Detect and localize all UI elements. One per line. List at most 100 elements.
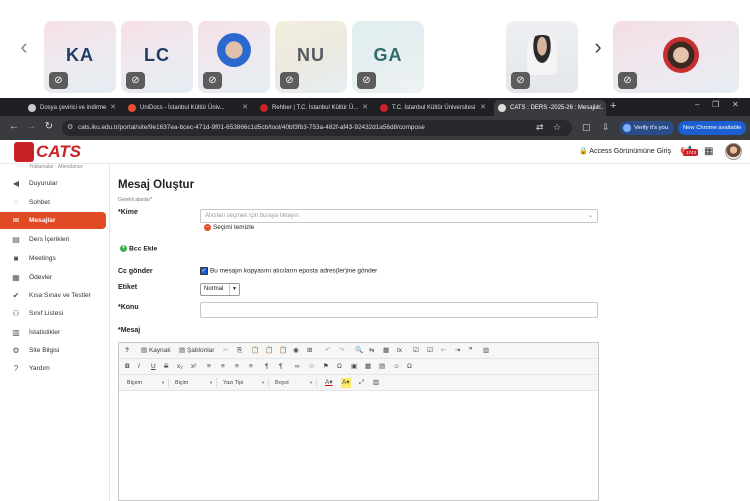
participant-tile[interactable]: LC ⊘ [121, 21, 193, 93]
select-all-icon[interactable]: ▦ [383, 346, 389, 356]
participant-tile[interactable]: GA ⊘ [352, 21, 424, 93]
bullet-list-icon[interactable]: ☑ [427, 346, 433, 356]
site-settings-icon[interactable]: ⚙ [67, 120, 73, 136]
image-icon[interactable]: ▣ [351, 362, 357, 372]
recipient-select[interactable]: Alıcıları seçmek için buraya tıklayın. ⌄ [200, 209, 598, 223]
text-color-icon[interactable]: A▾ [325, 378, 333, 388]
close-icon[interactable]: ✕ [596, 100, 602, 116]
subscript-icon[interactable]: x₂ [177, 362, 183, 372]
font-select[interactable]: Yazı Tipi ▼ [221, 378, 269, 388]
redo-icon[interactable]: ↷ [339, 346, 344, 356]
link-icon[interactable]: ∞ [295, 362, 300, 372]
undo-icon[interactable]: ↶ [325, 346, 330, 356]
rich-text-editor[interactable]: ? ▤ Kaynak ▤ Şablonlar ✂ ⎘ 📋 📋 📋 ◉ ⊞ ↶ ↷… [118, 342, 599, 501]
participant-tile[interactable]: ⊘ [613, 21, 739, 93]
tag-select[interactable]: Normal ▼ [200, 283, 240, 296]
tab-search-icon[interactable]: ▢ [582, 122, 591, 133]
paste-text-icon[interactable]: 📋 [265, 346, 273, 356]
templates-button[interactable]: ▤ Şablonlar [179, 346, 214, 356]
rtl-icon[interactable]: ¶ [279, 362, 283, 372]
participant-tile[interactable]: NU ⊘ [275, 21, 347, 93]
maximize-editor-icon[interactable]: ⤢ [359, 378, 364, 388]
download-icon[interactable]: ⇩ [602, 122, 610, 133]
checkbox-checked-icon[interactable]: ✓ [200, 267, 208, 275]
new-tab-icon[interactable]: + [610, 100, 616, 112]
copy-icon[interactable]: ⎘ [237, 346, 242, 356]
media-icon[interactable]: ▦ [365, 362, 371, 372]
numbered-list-icon[interactable]: ☑ [413, 346, 419, 356]
anchor-icon[interactable]: ⚑ [323, 362, 329, 372]
italic-icon[interactable]: I [138, 362, 140, 372]
replace-icon[interactable]: ⇆ [369, 346, 374, 356]
style-select[interactable]: Biçem ▼ [125, 378, 169, 388]
window-close-icon[interactable]: ✕ [732, 100, 739, 109]
align-left-icon[interactable]: ≡ [207, 362, 211, 372]
strikethrough-icon[interactable]: S [164, 362, 168, 372]
access-link[interactable]: 🔒 Access Görünümüne Giriş [579, 147, 671, 155]
paste-icon[interactable]: 📋 [251, 346, 259, 356]
spellcheck-icon[interactable]: ◉ [293, 346, 299, 356]
sidebar-item-yardim[interactable]: ? Yardım [0, 360, 106, 377]
close-icon[interactable]: ✕ [242, 100, 248, 116]
smiley-icon[interactable]: ☺ [393, 362, 400, 372]
div-container-icon[interactable]: ▥ [483, 346, 489, 356]
bookmark-star-icon[interactable]: ☆ [553, 122, 561, 133]
add-bcc-button[interactable]: + Bcc Ekle [120, 245, 157, 252]
close-icon[interactable]: ✕ [110, 100, 116, 116]
ltr-icon[interactable]: ¶ [265, 362, 269, 372]
sidebar-item-meetings[interactable]: ■ Meetings [0, 250, 106, 267]
bold-icon[interactable]: B [125, 362, 130, 372]
unlink-icon[interactable]: ⊘ [309, 362, 314, 372]
help-icon[interactable]: ? [125, 346, 129, 356]
browser-tab[interactable]: T.C. İstanbul Kültür Üniversitesi ✕ [376, 100, 490, 116]
remove-format-icon[interactable]: Ix [397, 346, 402, 356]
reload-icon[interactable]: ↻ [43, 121, 55, 132]
sidebar-item-ders-icerikleri[interactable]: ▤ Ders İçerikleri [0, 231, 106, 248]
background-color-icon[interactable]: A▾ [341, 378, 351, 388]
size-select[interactable]: Boyut ▼ [273, 378, 317, 388]
sidebar-item-odevler[interactable]: ▦ Ödevler [0, 269, 106, 286]
paste-word-icon[interactable]: 📋 [279, 346, 287, 356]
clear-selection-link[interactable]: – Seçimi temizle [204, 224, 254, 231]
minimize-icon[interactable]: – [695, 100, 699, 109]
browser-tab[interactable]: Dosya çevirici ve indirme ✕ [24, 100, 120, 116]
browser-tab[interactable]: UniDocs - İstanbul Kültür Üniv... ✕ [124, 100, 252, 116]
show-blocks-icon[interactable]: ▥ [373, 378, 379, 388]
back-icon[interactable]: ← [8, 121, 20, 132]
sidebar-item-kisa-sinav[interactable]: ✔ Kısa Sınav ve Testler [0, 287, 106, 304]
format-select[interactable]: Biçim ▼ [173, 378, 217, 388]
chevron-left-icon[interactable]: ‹ [14, 36, 34, 58]
chevron-right-icon[interactable]: › [588, 36, 608, 58]
indent-icon[interactable]: ⇥ [455, 346, 460, 356]
verify-chip[interactable]: Verify it's you [620, 121, 674, 135]
omega-icon[interactable]: Ω [407, 362, 412, 372]
source-button[interactable]: ▤ Kaynak [141, 346, 171, 356]
cut-icon[interactable]: ✂ [223, 346, 228, 356]
maximize-icon[interactable]: ❐ [712, 100, 719, 109]
cc-checkbox-row[interactable]: ✓ Bu mesajın kopyasını alıcıların eposta … [200, 267, 377, 275]
browser-tab[interactable]: Rehber | T.C. İstanbul Kültür Ü... ✕ [256, 100, 372, 116]
sidebar-item-sohbet[interactable]: ◌ Sohbet [0, 194, 106, 211]
avatar[interactable] [725, 143, 742, 160]
horizontal-rule-icon[interactable]: ▤ [379, 362, 385, 372]
superscript-icon[interactable]: x² [191, 362, 196, 372]
align-right-icon[interactable]: ≡ [235, 362, 239, 372]
participant-tile[interactable]: KA ⊘ [44, 21, 116, 93]
forward-icon[interactable]: → [25, 121, 37, 132]
apps-grid-icon[interactable]: ▦ [704, 146, 713, 157]
close-icon[interactable]: ✕ [480, 100, 486, 116]
align-center-icon[interactable]: ≡ [221, 362, 225, 372]
sidebar-item-site-bilgisi[interactable]: ⚙ Site Bilgisi [0, 342, 106, 359]
participant-tile[interactable]: ⊘ [506, 21, 578, 93]
sidebar-item-attendance[interactable]: Yoklamalar - Attendance [29, 164, 83, 170]
underline-icon[interactable]: U [151, 362, 156, 372]
sidebar-item-istatistikler[interactable]: ▥ İstatistikler [0, 324, 106, 341]
translate-icon[interactable]: ⇄ [536, 122, 544, 133]
table-icon[interactable]: ⊞ [307, 346, 312, 356]
sidebar-item-sinif-listesi[interactable]: ⚇ Sınıf Listesi [0, 305, 106, 322]
special-char-icon[interactable]: Ω [337, 362, 342, 372]
align-justify-icon[interactable]: ≡ [249, 362, 253, 372]
subject-input[interactable] [200, 302, 598, 318]
url-field[interactable]: ⚙ cats.iku.edu.tr/portal/site/9e1637ea-b… [62, 120, 572, 136]
close-icon[interactable]: ✕ [362, 100, 368, 116]
